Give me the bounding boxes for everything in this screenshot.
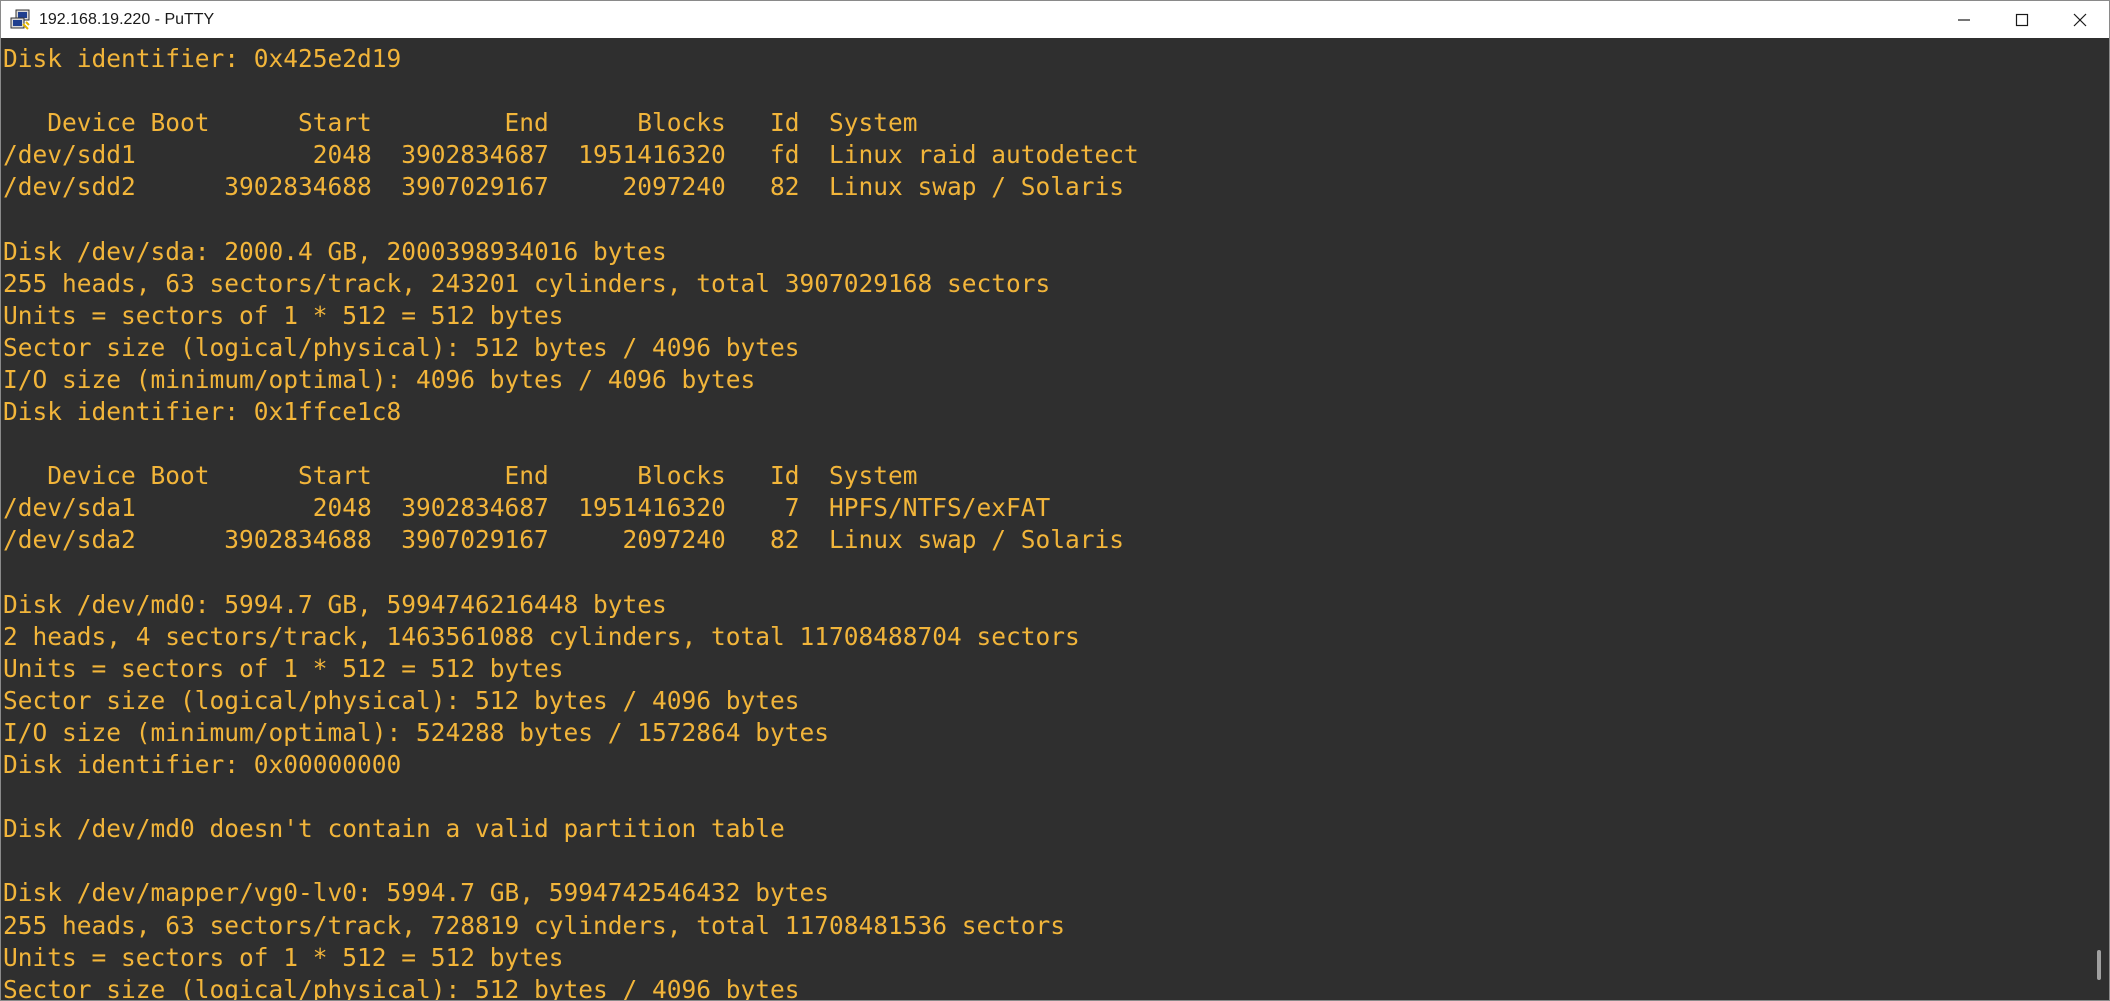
- terminal-line: /dev/sdd1 2048 3902834687 1951416320 fd …: [3, 140, 1139, 170]
- putty-icon[interactable]: [9, 9, 31, 31]
- terminal-line: I/O size (minimum/optimal): 4096 bytes /…: [3, 364, 756, 394]
- maximize-icon: [2015, 13, 2029, 26]
- scrollbar-thumb[interactable]: [2097, 950, 2101, 980]
- maximize-button[interactable]: [1993, 1, 2051, 38]
- terminal-line: Units = sectors of 1 * 512 = 512 bytes: [3, 653, 564, 683]
- terminal-line: Disk /dev/mapper/vg0-lv0: 5994.7 GB, 599…: [3, 878, 830, 908]
- title-bar[interactable]: 192.168.19.220 - PuTTY: [1, 1, 2109, 38]
- terminal-line: Disk /dev/md0: 5994.7 GB, 5994746216448 …: [3, 589, 667, 619]
- terminal-output[interactable]: Disk identifier: 0x425e2d19 Device Boot …: [1, 38, 2091, 1000]
- minimize-icon: [1958, 18, 1970, 21]
- terminal-line: 2 heads, 4 sectors/track, 1463561088 cyl…: [3, 621, 1080, 651]
- close-icon: [2073, 13, 2087, 26]
- terminal-line: Sector size (logical/physical): 512 byte…: [3, 974, 800, 1000]
- terminal-line: /dev/sda2 3902834688 3907029167 2097240 …: [3, 525, 1125, 555]
- terminal-line: /dev/sda1 2048 3902834687 1951416320 7 H…: [3, 493, 1051, 523]
- putty-window: 192.168.19.220 - PuTTY Disk identifier: …: [0, 0, 2110, 1001]
- terminal-line: Disk /dev/md0 doesn't contain a valid pa…: [3, 814, 785, 844]
- terminal-line: Disk /dev/sda: 2000.4 GB, 2000398934016 …: [3, 236, 667, 266]
- terminal-line: 255 heads, 63 sectors/track, 243201 cyli…: [3, 268, 1051, 298]
- close-button[interactable]: [2051, 1, 2109, 38]
- terminal-line: /dev/sdd2 3902834688 3907029167 2097240 …: [3, 172, 1125, 202]
- terminal-line: I/O size (minimum/optimal): 524288 bytes…: [3, 717, 830, 747]
- vertical-scrollbar[interactable]: [2090, 38, 2108, 1000]
- terminal-line: Device Boot Start End Blocks Id System: [3, 108, 918, 138]
- minimize-button[interactable]: [1935, 1, 1993, 38]
- terminal-line: Disk identifier: 0x425e2d19: [3, 44, 402, 73]
- terminal-line: Disk identifier: 0x1ffce1c8: [3, 397, 402, 427]
- terminal-lines: Disk identifier: 0x425e2d19 Device Boot …: [3, 43, 1139, 1000]
- terminal-line: 255 heads, 63 sectors/track, 728819 cyli…: [3, 910, 1066, 940]
- window-controls: [1935, 1, 2109, 38]
- terminal-line: Units = sectors of 1 * 512 = 512 bytes: [3, 300, 564, 330]
- terminal-line: Units = sectors of 1 * 512 = 512 bytes: [3, 942, 564, 972]
- terminal-line: Sector size (logical/physical): 512 byte…: [3, 685, 800, 715]
- terminal-line: Sector size (logical/physical): 512 byte…: [3, 332, 800, 362]
- terminal-line: Disk identifier: 0x00000000: [3, 750, 402, 780]
- window-title: 192.168.19.220 - PuTTY: [39, 10, 215, 28]
- terminal-line: Device Boot Start End Blocks Id System: [3, 461, 918, 491]
